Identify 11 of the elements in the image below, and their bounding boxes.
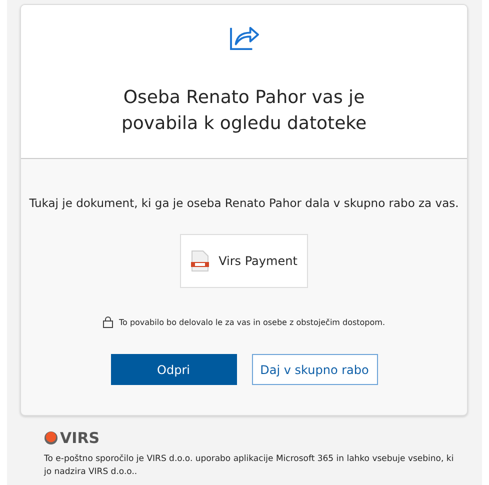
open-button[interactable]: Odpri (110, 354, 236, 385)
share-icon (228, 24, 260, 51)
document-icon (190, 250, 209, 272)
share-button[interactable]: Daj v skupno rabo (252, 354, 378, 385)
message-text: Tukaj je dokument, ki ga je oseba Renato Pahor dala v skupno rabo za vas. (29, 196, 459, 210)
invitation-title: Oseba Renato Pahor vas je povabila k ogledu datoteke (120, 86, 368, 136)
company-logo: VIRS (44, 429, 482, 447)
lock-icon (102, 316, 113, 328)
file-link[interactable]: Virs Payment (180, 234, 308, 288)
footer-text: To e-poštno sporočilo je VIRS d.o.o. uporabo aplikacije Microsoft 365 in lahko vsebuje vsebino, ki jo nadzira VIRS d.o.o.. (44, 453, 454, 479)
notice-text: To povabilo bo delovalo le za vas in osebe z obstoječim dostopom. (118, 318, 385, 326)
